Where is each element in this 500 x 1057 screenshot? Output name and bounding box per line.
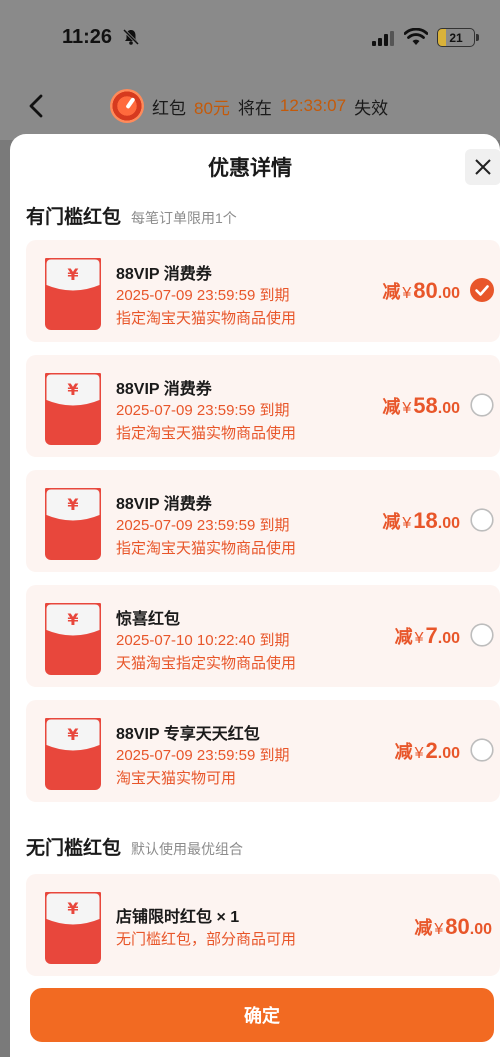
svg-text:¥: ¥ <box>67 495 78 514</box>
countdown-mid: 将在 <box>237 98 272 118</box>
timer-icon <box>110 89 144 123</box>
price-decimal: .00 <box>437 400 460 417</box>
signal-icon <box>372 31 394 46</box>
price-integer: 18 <box>413 508 438 533</box>
red-envelope-icon: ¥ <box>45 258 101 330</box>
coupon-name: 店铺限时红包 × 1 <box>116 909 240 926</box>
countdown-time: 12:33:07 <box>279 96 347 115</box>
svg-text:¥: ¥ <box>67 265 78 284</box>
price-decimal: .00 <box>469 921 492 938</box>
coupon-name: 惊喜红包 <box>116 611 181 628</box>
radio-empty-icon[interactable] <box>470 623 494 647</box>
section-title: 无门槛红包 <box>26 838 122 859</box>
no-threshold-section-header: 无门槛红包 默认使用最优组合 <box>26 833 243 860</box>
section-subtitle: 每笔订单限用1个 <box>131 210 237 226</box>
price-integer: 2 <box>425 738 438 763</box>
price-prefix: 减 <box>382 512 401 532</box>
price-integer: 80 <box>413 278 438 303</box>
price-currency: ¥ <box>414 630 424 647</box>
countdown-prefix: 红包 <box>152 98 186 118</box>
coupon-card[interactable]: ¥88VIP 消费券 2025-07-09 23:59:59 到期 指定淘宝天猫实物… <box>26 240 500 342</box>
price-prefix: 减 <box>382 397 401 417</box>
countdown-banner: 红包 80元 将在 12:33:07 失效 <box>110 86 388 126</box>
red-envelope-icon: ¥ <box>45 488 101 560</box>
coupon-name: 88VIP 消费券 <box>116 266 212 283</box>
svg-text:¥: ¥ <box>67 899 78 918</box>
radio-empty-icon[interactable] <box>470 393 494 417</box>
status-bar: 11:26 21 <box>0 0 500 78</box>
red-envelope-icon: ¥ <box>45 603 101 675</box>
price-decimal: .00 <box>437 515 460 532</box>
back-arrow-icon[interactable] <box>26 93 46 119</box>
coupon-scope: 指定淘宝天猫实物商品使用 <box>116 540 297 557</box>
coupon-card[interactable]: ¥88VIP 消费券 2025-07-09 23:59:59 到期 指定淘宝天猫实物… <box>26 355 500 457</box>
coupon-expiry: 2025-07-09 23:59:59 到期 <box>116 402 290 419</box>
coupon-price: 减 ¥2.00 <box>395 738 460 764</box>
coupon-name: 88VIP 专享天天红包 <box>116 726 260 743</box>
store-coupon-card[interactable]: ¥ 店铺限时红包 × 1 无门槛红包，部分商品可用 减 ¥ 80 .00 <box>26 874 500 976</box>
price-currency: ¥ <box>402 285 412 302</box>
coupon-price: 减 ¥58.00 <box>382 393 460 419</box>
coupon-scope: 指定淘宝天猫实物商品使用 <box>116 310 297 327</box>
price-prefix: 减 <box>382 282 401 302</box>
threshold-section-header: 有门槛红包 每笔订单限用1个 <box>26 202 237 229</box>
price-currency: ¥ <box>402 515 412 532</box>
coupon-name: 88VIP 消费券 <box>116 381 212 398</box>
price-integer: 7 <box>425 623 438 648</box>
price-integer: 80 <box>445 914 470 939</box>
battery-level: 21 <box>449 30 463 45</box>
price-prefix: 减 <box>394 627 413 647</box>
svg-text:¥: ¥ <box>67 610 78 629</box>
confirm-button[interactable]: 确定 <box>30 988 494 1042</box>
sheet-title: 优惠详情 <box>208 157 292 180</box>
coupon-price: 减 ¥ 80 .00 <box>414 914 492 940</box>
countdown-suffix: 失效 <box>354 98 389 118</box>
price-decimal: .00 <box>437 285 460 302</box>
price-prefix: 减 <box>394 742 413 762</box>
coupon-price: 减 ¥7.00 <box>395 623 460 649</box>
radio-empty-icon[interactable] <box>470 738 494 762</box>
bell-muted-icon <box>122 28 140 46</box>
section-title: 有门槛红包 <box>26 207 122 228</box>
price-decimal: .00 <box>437 630 460 647</box>
coupon-expiry: 2025-07-09 23:59:59 到期 <box>116 747 290 764</box>
red-envelope-icon: ¥ <box>45 373 101 445</box>
coupon-expiry: 2025-07-09 23:59:59 到期 <box>116 517 290 534</box>
coupon-name: 88VIP 消费券 <box>116 496 212 513</box>
price-prefix: 减 <box>414 918 433 938</box>
coupon-scope: 天猫淘宝指定实物商品使用 <box>116 655 297 672</box>
wifi-icon <box>404 28 428 45</box>
coupon-price: 减 ¥80.00 <box>382 278 460 304</box>
coupon-card[interactable]: ¥ 惊喜红包 2025-07-10 10:22:40 到期 天猫淘宝指定实物商品使用 减… <box>26 585 500 687</box>
price-currency: ¥ <box>402 400 412 417</box>
price-integer: 58 <box>413 393 438 418</box>
price-currency: ¥ <box>414 745 424 762</box>
countdown-amount: 80元 <box>194 98 230 118</box>
close-icon <box>475 159 491 175</box>
close-button[interactable] <box>465 149 500 185</box>
coupon-scope: 淘宝天猫实物可用 <box>116 770 237 787</box>
svg-text:¥: ¥ <box>67 725 78 744</box>
coupon-card[interactable]: ¥88VIP 专享天天红包 2025-07-09 23:59:59 到期 淘宝天猫实… <box>26 700 500 802</box>
battery-indicator: 21 <box>437 28 479 47</box>
svg-text:¥: ¥ <box>67 380 78 399</box>
coupon-detail-sheet: 优惠详情 有门槛红包 每笔订单限用1个 ¥88VIP 消费券 2025-07-09… <box>10 134 500 1057</box>
coupon-scope: 指定淘宝天猫实物商品使用 <box>116 425 297 442</box>
coupon-price: 减 ¥18.00 <box>382 508 460 534</box>
radio-empty-icon[interactable] <box>470 508 494 532</box>
coupon-desc: 无门槛红包，部分商品可用 <box>116 931 297 948</box>
status-time: 11:26 <box>62 26 113 48</box>
red-envelope-icon: ¥ <box>45 718 101 790</box>
red-envelope-icon: ¥ <box>45 892 101 964</box>
coupon-expiry: 2025-07-09 23:59:59 到期 <box>116 287 290 304</box>
section-subtitle: 默认使用最优组合 <box>131 841 244 857</box>
price-currency: ¥ <box>434 921 444 938</box>
coupon-expiry: 2025-07-10 10:22:40 到期 <box>116 632 290 649</box>
check-circle-icon[interactable] <box>470 278 494 302</box>
coupon-card[interactable]: ¥88VIP 消费券 2025-07-09 23:59:59 到期 指定淘宝天猫实物… <box>26 470 500 572</box>
price-decimal: .00 <box>437 745 460 762</box>
